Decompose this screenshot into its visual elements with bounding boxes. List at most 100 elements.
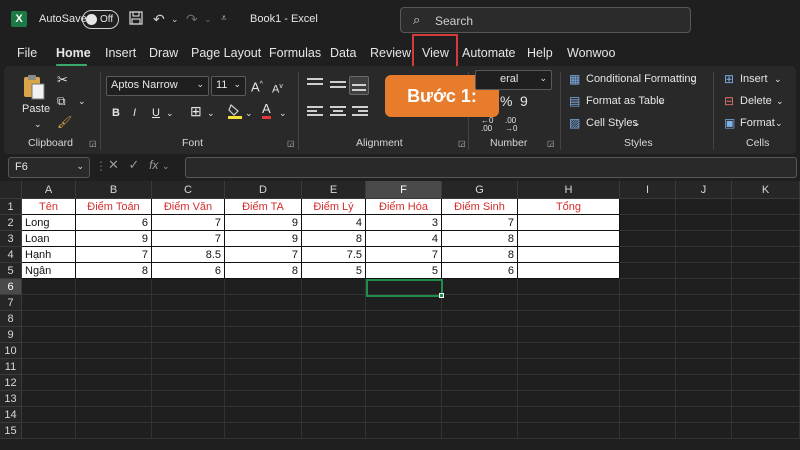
cell[interactable] [302, 423, 366, 439]
tab-draw[interactable]: Draw [149, 46, 178, 60]
cell[interactable] [225, 407, 302, 423]
table-cell[interactable]: 7 [152, 231, 225, 247]
borders-icon[interactable]: ⊞ [190, 103, 202, 119]
paste-button[interactable]: Paste [22, 101, 50, 117]
cell[interactable] [225, 359, 302, 375]
format-button[interactable]: Format [740, 115, 775, 131]
active-cell-f6[interactable] [366, 279, 443, 297]
cell[interactable] [676, 391, 732, 407]
column-header-j[interactable]: J [676, 181, 732, 199]
cell[interactable] [518, 375, 620, 391]
format-as-table-button[interactable]: Format as Table [586, 93, 665, 109]
row-header-13[interactable]: 13 [0, 391, 22, 407]
cell[interactable] [620, 295, 676, 311]
table-cell[interactable]: 6 [76, 215, 152, 231]
tab-home[interactable]: Home [56, 46, 91, 60]
cell[interactable] [676, 263, 732, 279]
cell[interactable] [676, 295, 732, 311]
cell[interactable] [732, 199, 800, 215]
cell[interactable] [676, 327, 732, 343]
tab-file[interactable]: File [17, 46, 37, 60]
cell[interactable] [620, 407, 676, 423]
cell[interactable] [366, 359, 442, 375]
table-header-cell[interactable]: Điểm Văn [152, 199, 225, 215]
cell[interactable] [302, 375, 366, 391]
cell[interactable] [22, 423, 76, 439]
cell[interactable] [620, 359, 676, 375]
cell[interactable] [22, 375, 76, 391]
table-cell[interactable]: 7.5 [302, 247, 366, 263]
row-header-12[interactable]: 12 [0, 375, 22, 391]
chevron-down-icon[interactable]: ⌄ [690, 71, 698, 87]
paste-dropdown-icon[interactable]: ⌄ [34, 116, 42, 132]
table-cell[interactable]: 8 [302, 231, 366, 247]
table-header-cell[interactable]: Điểm Toán [76, 199, 152, 215]
table-cell[interactable]: 5 [366, 263, 442, 279]
cell[interactable] [366, 391, 442, 407]
table-header-cell[interactable]: Điểm TA [225, 199, 302, 215]
column-header-a[interactable]: A [22, 181, 76, 199]
cell[interactable] [302, 391, 366, 407]
table-cell[interactable]: 6 [152, 263, 225, 279]
redo-dropdown-icon[interactable]: ⌄ [204, 10, 212, 28]
table-cell[interactable]: 3 [366, 215, 442, 231]
cell[interactable] [366, 295, 442, 311]
cell[interactable] [620, 247, 676, 263]
align-right-icon[interactable] [352, 106, 368, 118]
cell[interactable] [518, 311, 620, 327]
cell[interactable] [76, 343, 152, 359]
cell[interactable] [76, 423, 152, 439]
cell[interactable] [225, 375, 302, 391]
tab-review[interactable]: Review [370, 46, 411, 60]
font-size-dropdown[interactable]: 11 ⌄ [211, 76, 246, 96]
column-header-d[interactable]: D [225, 181, 302, 199]
table-header-cell[interactable]: Tổng [518, 199, 620, 215]
table-cell[interactable]: 7 [442, 215, 518, 231]
cell[interactable] [620, 343, 676, 359]
cell[interactable] [225, 327, 302, 343]
cell[interactable] [676, 343, 732, 359]
cell[interactable] [676, 311, 732, 327]
number-format-dropdown[interactable]: eral ⌄ [475, 70, 552, 90]
search-box[interactable]: ⌕ Search [400, 7, 691, 33]
tab-insert[interactable]: Insert [105, 46, 136, 60]
table-cell[interactable]: 5 [302, 263, 366, 279]
cell[interactable] [366, 375, 442, 391]
cell[interactable] [152, 279, 225, 295]
autosave-toggle[interactable]: Off [82, 10, 119, 29]
fill-color-icon[interactable] [227, 102, 243, 125]
row-header-5[interactable]: 5 [0, 263, 22, 279]
copy-dropdown-icon[interactable]: ⌄ [78, 93, 86, 109]
table-cell[interactable]: 8.5 [152, 247, 225, 263]
cell[interactable] [152, 343, 225, 359]
cell[interactable] [225, 295, 302, 311]
table-cell[interactable]: 4 [302, 215, 366, 231]
row-header-4[interactable]: 4 [0, 247, 22, 263]
row-header-10[interactable]: 10 [0, 343, 22, 359]
cell[interactable] [442, 391, 518, 407]
table-header-cell[interactable]: Điểm Sinh [442, 199, 518, 215]
alignment-launcher-icon[interactable]: ◲ [458, 139, 466, 148]
cell[interactable] [732, 263, 800, 279]
table-header-cell[interactable]: Điểm Lý [302, 199, 366, 215]
cell[interactable] [225, 423, 302, 439]
cell[interactable] [620, 199, 676, 215]
cell[interactable] [22, 279, 76, 295]
tab-data[interactable]: Data [330, 46, 356, 60]
table-cell[interactable]: 7 [76, 247, 152, 263]
tab-automate[interactable]: Automate [462, 46, 516, 60]
cell[interactable] [442, 279, 518, 295]
cell[interactable] [152, 375, 225, 391]
table-cell[interactable]: Ngân [22, 263, 76, 279]
row-header-1[interactable]: 1 [0, 199, 22, 215]
cell[interactable] [732, 231, 800, 247]
table-cell[interactable]: 8 [442, 247, 518, 263]
table-header-cell[interactable]: Tên [22, 199, 76, 215]
cell[interactable] [732, 327, 800, 343]
tab-help[interactable]: Help [527, 46, 553, 60]
row-header-15[interactable]: 15 [0, 423, 22, 439]
cell[interactable] [620, 375, 676, 391]
formula-input[interactable] [185, 157, 797, 178]
cell[interactable] [620, 327, 676, 343]
column-header-b[interactable]: B [76, 181, 152, 199]
